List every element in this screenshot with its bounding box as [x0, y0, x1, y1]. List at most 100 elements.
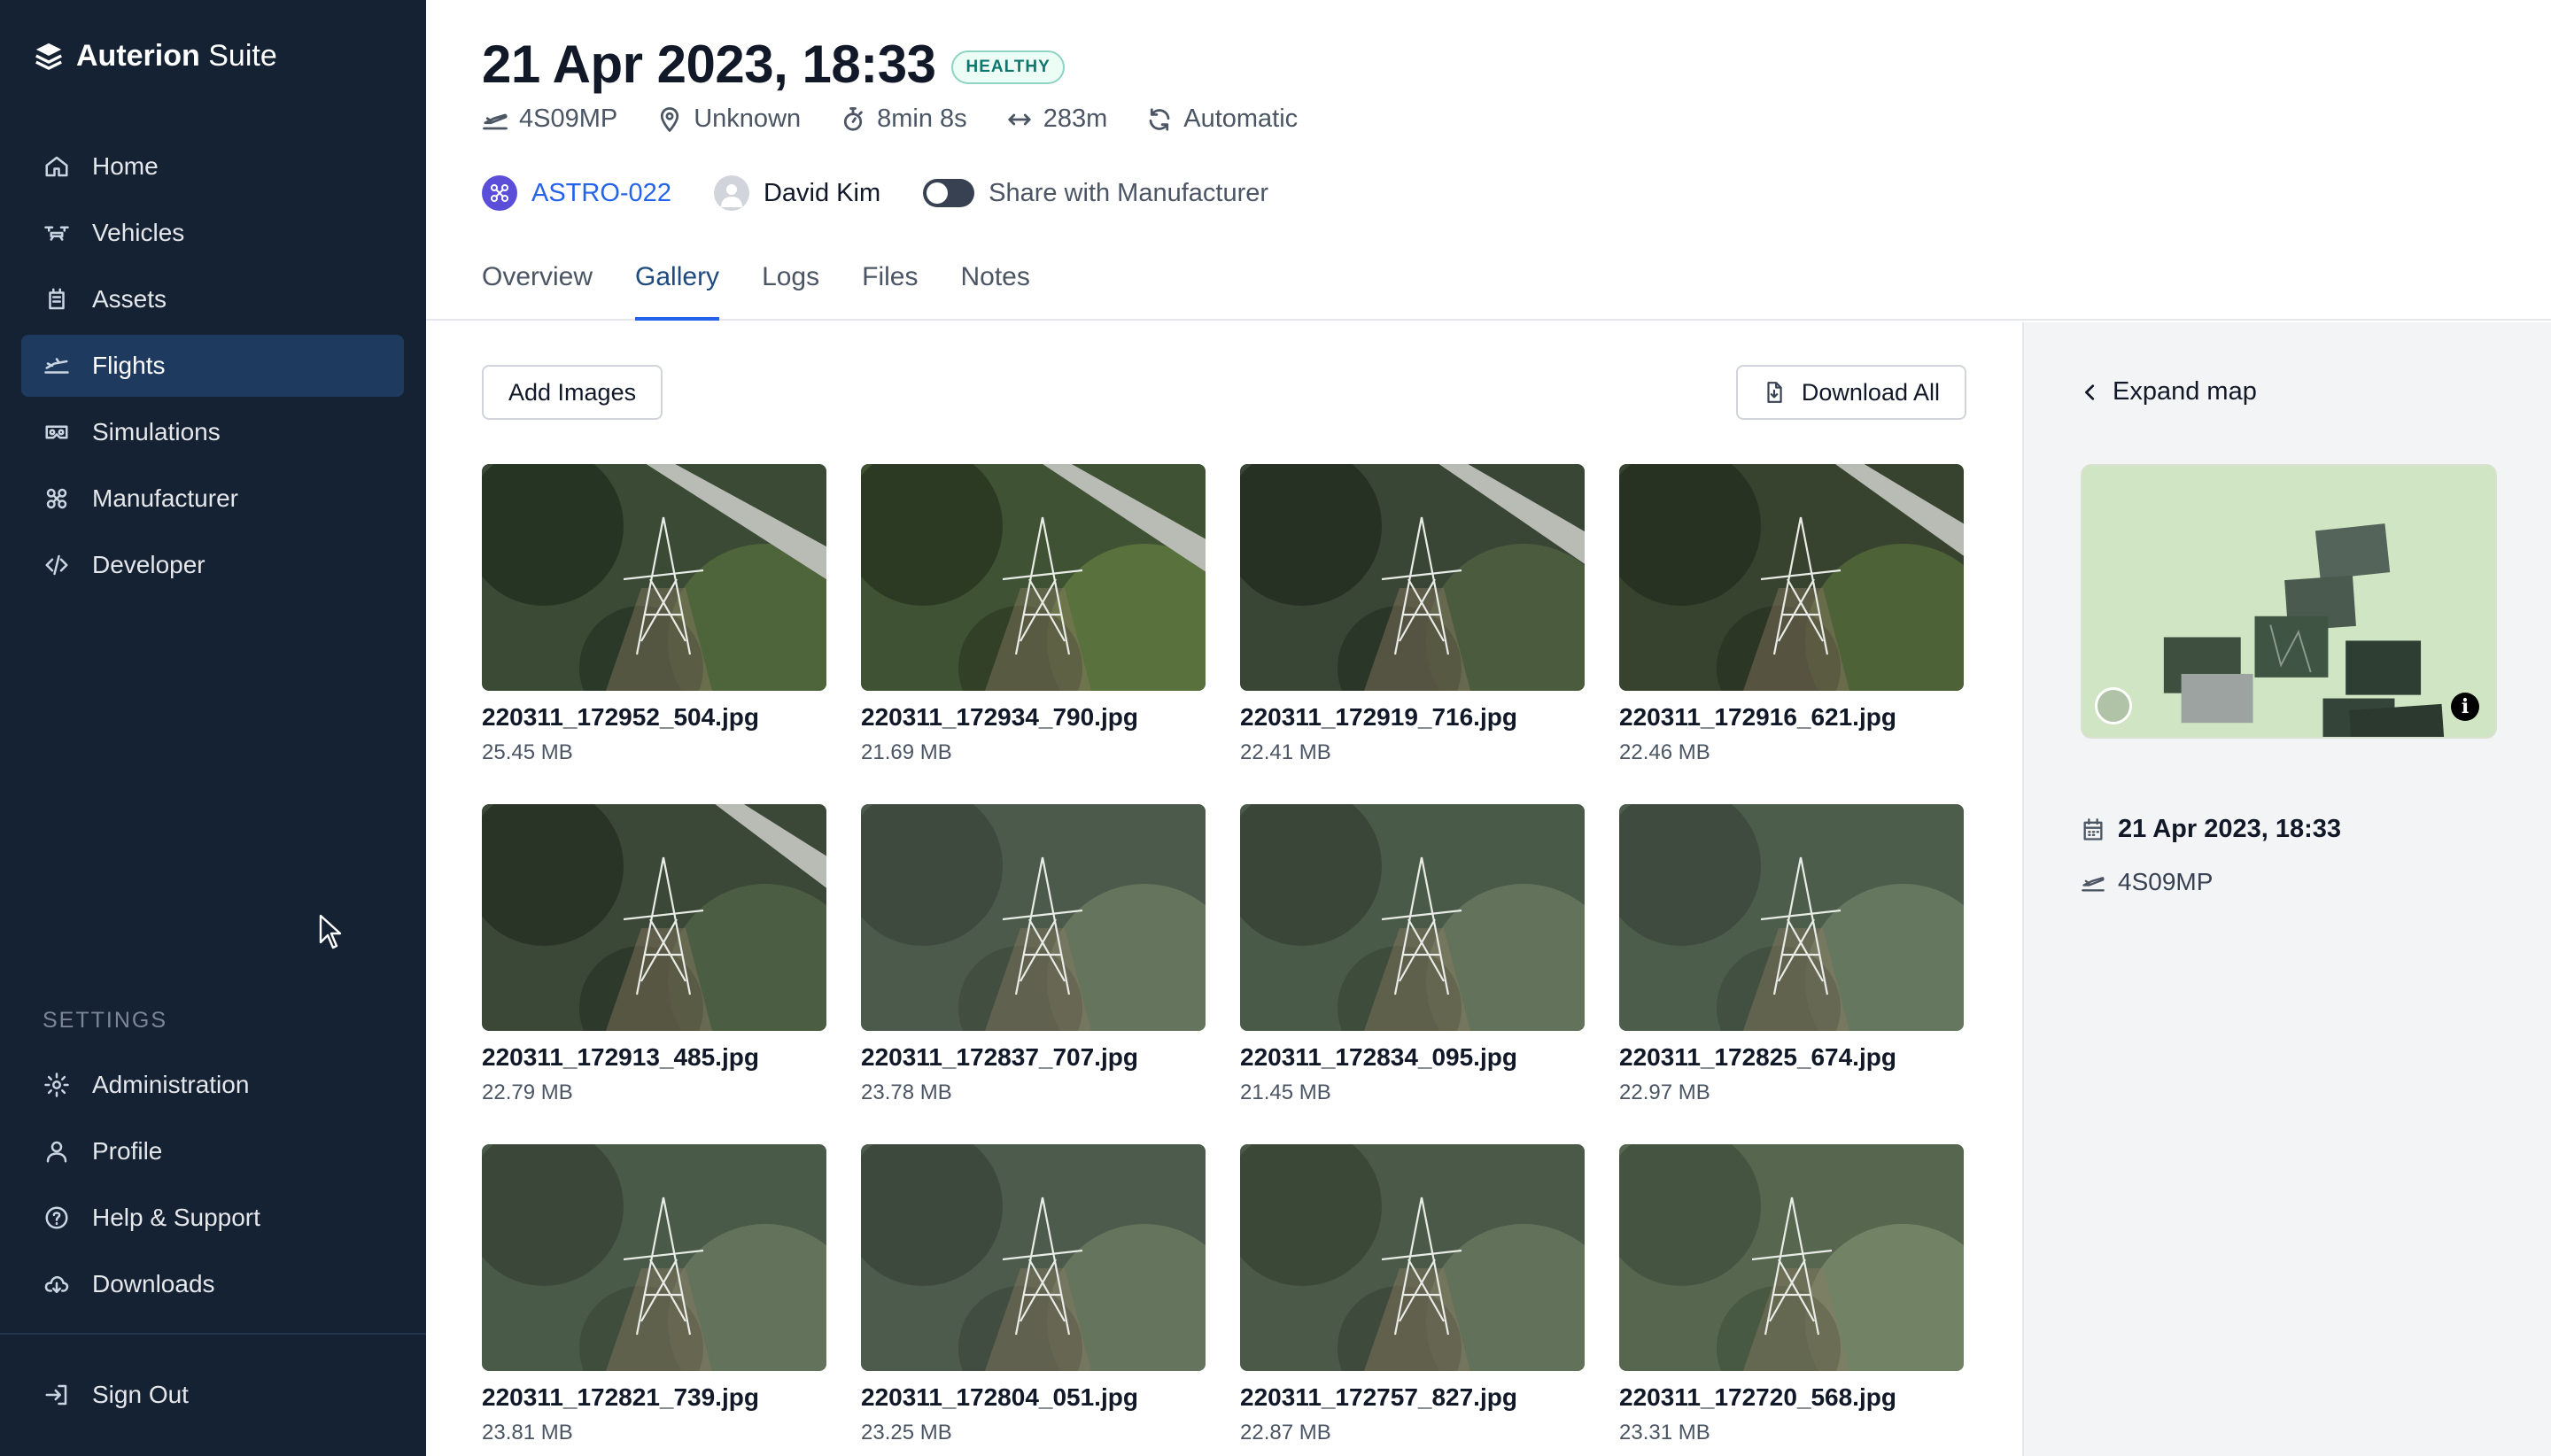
- gallery-item[interactable]: 220311_172952_504.jpg 25.45 MB: [482, 464, 826, 804]
- gallery-item[interactable]: 220311_172837_707.jpg 23.78 MB: [861, 804, 1206, 1144]
- image-thumbnail[interactable]: [1619, 1144, 1964, 1371]
- image-filename[interactable]: 220311_172825_674.jpg: [1619, 1043, 1964, 1072]
- tab-overview[interactable]: Overview: [482, 257, 593, 321]
- gallery-item[interactable]: 220311_172757_827.jpg 22.87 MB: [1240, 1144, 1585, 1456]
- image-thumbnail[interactable]: [482, 1144, 826, 1371]
- gallery-item[interactable]: 220311_172919_716.jpg 22.41 MB: [1240, 464, 1585, 804]
- tab-files[interactable]: Files: [862, 257, 918, 321]
- asset-icon: [43, 285, 71, 314]
- image-thumbnail[interactable]: [1240, 464, 1585, 691]
- image-filename[interactable]: 220311_172757_827.jpg: [1240, 1383, 1585, 1412]
- sidebar-item-administration[interactable]: Administration: [21, 1054, 404, 1116]
- gallery-item[interactable]: 220311_172720_568.jpg 23.31 MB: [1619, 1144, 1964, 1456]
- image-filename[interactable]: 220311_172834_095.jpg: [1240, 1043, 1585, 1072]
- image-filesize: 23.31 MB: [1619, 1421, 1710, 1444]
- drone-icon: [43, 219, 71, 247]
- map-panel-vehicle-text: 4S09MP: [2118, 868, 2214, 895]
- gallery-item[interactable]: 220311_172804_051.jpg 23.25 MB: [861, 1144, 1206, 1456]
- image-filename[interactable]: 220311_172916_621.jpg: [1619, 703, 1964, 732]
- sidebar-item-label: Simulations: [92, 418, 221, 445]
- sidebar: Auterion Suite Home Vehicles Assets Flig…: [0, 0, 426, 1456]
- gallery-panel: Add Images Download All 220311_172952_50…: [426, 322, 2022, 1456]
- sidebar-item-simulations[interactable]: Simulations: [21, 401, 404, 463]
- download-all-button[interactable]: Download All: [1735, 365, 1966, 420]
- home-icon: [43, 152, 71, 181]
- image-filename[interactable]: 220311_172720_568.jpg: [1619, 1383, 1964, 1412]
- download-all-label: Download All: [1801, 378, 1940, 406]
- sidebar-item-developer[interactable]: Developer: [21, 534, 404, 596]
- image-filesize: 22.41 MB: [1240, 740, 1331, 764]
- image-filename[interactable]: 220311_172837_707.jpg: [861, 1043, 1206, 1072]
- image-thumbnail[interactable]: [482, 804, 826, 1031]
- image-filename[interactable]: 220311_172804_051.jpg: [861, 1383, 1206, 1412]
- image-thumbnail[interactable]: [1619, 464, 1964, 691]
- page-title: 21 Apr 2023, 18:33: [482, 35, 936, 94]
- flight-header: 21 Apr 2023, 18:33 HEALTHY 4S09MP Unknow…: [426, 0, 2551, 321]
- sidebar-item-label: Sign Out: [92, 1381, 189, 1408]
- share-label: Share with Manufacturer: [989, 178, 1269, 207]
- horizontal-arrows-icon: [1008, 113, 1031, 125]
- tab-logs[interactable]: Logs: [762, 257, 819, 321]
- sidebar-item-help-support[interactable]: Help & Support: [21, 1187, 404, 1249]
- sidebar-item-vehicles[interactable]: Vehicles: [21, 202, 404, 264]
- vehicle-name: ASTRO-022: [531, 178, 671, 207]
- sidebar-item-label: Downloads: [92, 1270, 215, 1297]
- gallery-item[interactable]: 220311_172934_790.jpg 21.69 MB: [861, 464, 1206, 804]
- image-filename[interactable]: 220311_172821_739.jpg: [482, 1383, 826, 1412]
- flight-map[interactable]: i: [2081, 464, 2497, 739]
- meta-vehicle: 4S09MP: [482, 105, 617, 134]
- map-canvas: [2083, 466, 2494, 737]
- image-thumbnail[interactable]: [1240, 1144, 1585, 1371]
- gallery-item[interactable]: 220311_172834_095.jpg 21.45 MB: [1240, 804, 1585, 1144]
- sidebar-item-label: Assets: [92, 285, 167, 313]
- sidebar-item-home[interactable]: Home: [21, 136, 404, 197]
- cloud-download-icon: [43, 1270, 71, 1298]
- pilot-name: David Kim: [763, 178, 881, 207]
- image-filesize: 23.78 MB: [861, 1080, 952, 1104]
- expand-map-label: Expand map: [2113, 377, 2257, 406]
- sidebar-item-downloads[interactable]: Downloads: [21, 1253, 404, 1315]
- title-row: 21 Apr 2023, 18:33 HEALTHY: [482, 34, 1065, 95]
- vehicle-link[interactable]: ASTRO-022: [482, 175, 671, 211]
- sidebar-divider: [0, 1333, 426, 1335]
- image-filename[interactable]: 220311_172952_504.jpg: [482, 703, 826, 732]
- image-thumbnail[interactable]: [1619, 804, 1964, 1031]
- layers-icon: [35, 43, 62, 70]
- gallery-item[interactable]: 220311_172825_674.jpg 22.97 MB: [1619, 804, 1964, 1144]
- image-filename[interactable]: 220311_172913_485.jpg: [482, 1043, 826, 1072]
- info-icon[interactable]: i: [2451, 693, 2479, 721]
- sidebar-item-label: Administration: [92, 1071, 250, 1098]
- sidebar-item-assets[interactable]: Assets: [21, 268, 404, 330]
- sign-out-icon: [43, 1381, 71, 1409]
- tab-gallery[interactable]: Gallery: [635, 257, 720, 321]
- add-images-button[interactable]: Add Images: [482, 365, 663, 420]
- status-badge: HEALTHY: [951, 50, 1065, 84]
- sidebar-item-manufacturer[interactable]: Manufacturer: [21, 468, 404, 530]
- image-filename[interactable]: 220311_172934_790.jpg: [861, 703, 1206, 732]
- tab-notes[interactable]: Notes: [960, 257, 1029, 321]
- stopwatch-icon: [844, 106, 863, 131]
- image-thumbnail[interactable]: [861, 1144, 1206, 1371]
- gallery-item[interactable]: 220311_172821_739.jpg 23.81 MB: [482, 1144, 826, 1456]
- chevron-left-icon: [2085, 383, 2095, 400]
- brand-logo[interactable]: Auterion Suite: [34, 34, 277, 78]
- gallery-item[interactable]: 220311_172916_621.jpg 22.46 MB: [1619, 464, 1964, 804]
- image-thumbnail[interactable]: [1240, 804, 1585, 1031]
- image-filename[interactable]: 220311_172919_716.jpg: [1240, 703, 1585, 732]
- sidebar-item-label: Help & Support: [92, 1204, 260, 1231]
- image-thumbnail[interactable]: [861, 464, 1206, 691]
- sidebar-item-flights[interactable]: Flights: [21, 335, 404, 397]
- sidebar-item-profile[interactable]: Profile: [21, 1120, 404, 1182]
- share-toggle[interactable]: [923, 179, 975, 207]
- sign-out-button[interactable]: Sign Out: [21, 1364, 404, 1426]
- vr-headset-icon: [43, 418, 71, 446]
- gallery-item[interactable]: 220311_172913_485.jpg 22.79 MB: [482, 804, 826, 1144]
- image-thumbnail[interactable]: [482, 464, 826, 691]
- expand-map-button[interactable]: Expand map: [2081, 377, 2257, 407]
- owner-row: ASTRO-022 David Kim Share with Manufactu…: [482, 175, 1268, 211]
- settings-heading: SETTINGS: [43, 1008, 168, 1033]
- image-thumbnail[interactable]: [861, 804, 1206, 1031]
- map-panel-vehicle: 4S09MP: [2081, 868, 2213, 896]
- meta-duration-text: 8min 8s: [877, 105, 967, 133]
- map-provider-logo: [2095, 687, 2132, 724]
